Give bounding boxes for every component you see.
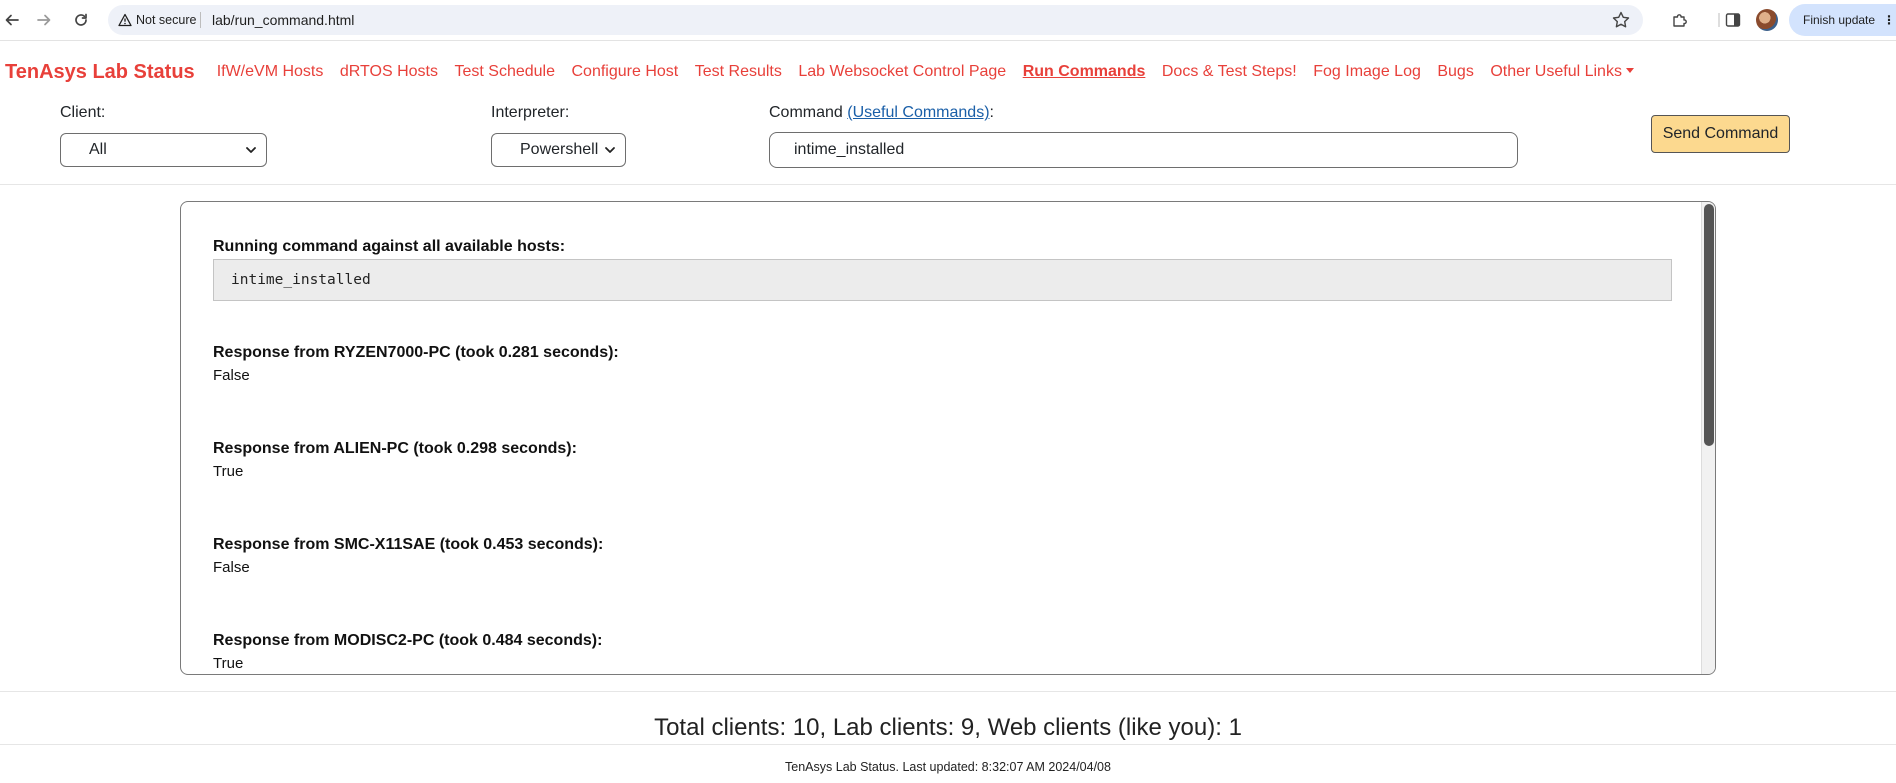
reload-button[interactable] (69, 8, 93, 32)
nav-ifw-evm-hosts[interactable]: IfW/eVM Hosts (217, 63, 324, 81)
chevron-down-icon (601, 144, 619, 156)
command-label-text: Command (769, 104, 843, 121)
response-value: True (213, 655, 244, 672)
output-scrollbar[interactable] (1701, 202, 1715, 674)
bookmark-star-icon[interactable] (1611, 10, 1631, 30)
response-value: False (213, 559, 250, 576)
divider (0, 744, 1896, 745)
caret-down-icon (1625, 68, 1634, 73)
url-text[interactable]: lab/run_command.html (212, 12, 354, 28)
output-command-code: intime_installed (213, 259, 1672, 301)
chevron-down-icon (242, 144, 260, 156)
nav-configure-host[interactable]: Configure Host (572, 63, 679, 81)
security-indicator[interactable]: Not secure (118, 11, 196, 29)
kebab-menu-icon[interactable]: ⋮ (1883, 4, 1895, 36)
interpreter-select[interactable]: Powershell (491, 133, 626, 167)
browser-toolbar: Not secure lab/run_command.html Finish u… (0, 0, 1896, 41)
response-value: False (213, 367, 250, 384)
response-header: Response from RYZEN7000-PC (took 0.281 s… (213, 344, 619, 361)
address-bar[interactable]: Not secure lab/run_command.html (108, 5, 1643, 35)
response-header: Response from SMC-X11SAE (took 0.453 sec… (213, 536, 604, 553)
back-arrow-icon (5, 14, 19, 26)
useful-commands-link[interactable]: (Useful Commands) (847, 104, 989, 121)
divider (200, 12, 201, 28)
nav-test-results[interactable]: Test Results (695, 63, 782, 81)
response-item: Response from ALIEN-PC (took 0.298 secon… (213, 440, 577, 480)
warning-icon (118, 13, 132, 27)
command-output-panel[interactable]: Running command against all available ho… (180, 201, 1716, 675)
client-label: Client: (60, 104, 106, 121)
reload-icon (75, 13, 87, 26)
send-command-button[interactable]: Send Command (1651, 115, 1790, 153)
interpreter-select-value: Powershell (520, 141, 599, 158)
forward-arrow-icon (37, 14, 51, 26)
output-title: Running command against all available ho… (213, 238, 566, 255)
divider (0, 184, 1896, 185)
command-label: Command (Useful Commands): (769, 104, 994, 122)
security-label: Not secure (136, 13, 197, 27)
profile-avatar[interactable] (1756, 9, 1778, 31)
forward-button[interactable] (32, 8, 56, 32)
nav-links: IfW/eVM Hosts dRTOS Hosts Test Schedule … (217, 63, 1634, 81)
response-item: Response from SMC-X11SAE (took 0.453 sec… (213, 536, 603, 576)
extensions-puzzle-icon[interactable] (1669, 9, 1691, 31)
nav-drtos-hosts[interactable]: dRTOS Hosts (340, 63, 438, 81)
divider (0, 691, 1896, 692)
command-label-colon: : (989, 104, 994, 121)
nav-bugs[interactable]: Bugs (1437, 63, 1473, 81)
finish-update-label: Finish update (1803, 13, 1876, 27)
client-select[interactable]: All (60, 133, 267, 167)
site-brand[interactable]: TenAsys Lab Status (5, 61, 195, 84)
nav-other-useful-links[interactable]: Other Useful Links (1490, 63, 1634, 81)
command-input[interactable]: intime_installed (769, 132, 1518, 168)
nav-websocket-control[interactable]: Lab Websocket Control Page (798, 63, 1006, 81)
client-totals: Total clients: 10, Lab clients: 9, Web c… (654, 714, 1242, 741)
finish-update-button[interactable]: Finish update ⋮ (1789, 4, 1896, 36)
client-select-value: All (89, 141, 107, 158)
nav-other-useful-links-label: Other Useful Links (1490, 63, 1622, 80)
nav-fog-image-log[interactable]: Fog Image Log (1313, 63, 1421, 81)
response-value: True (213, 463, 244, 480)
response-header: Response from MODISC2-PC (took 0.484 sec… (213, 632, 603, 649)
footer-status: TenAsys Lab Status. Last updated: 8:32:0… (785, 760, 1111, 774)
side-panel-icon[interactable] (1722, 9, 1744, 31)
nav-test-schedule[interactable]: Test Schedule (454, 63, 555, 81)
scrollbar-thumb[interactable] (1704, 204, 1714, 446)
back-button[interactable] (0, 8, 24, 32)
interpreter-label: Interpreter: (491, 104, 570, 121)
response-item: Response from MODISC2-PC (took 0.484 sec… (213, 632, 602, 672)
site-navbar: TenAsys Lab Status IfW/eVM Hosts dRTOS H… (0, 52, 1896, 92)
nav-docs-test-steps[interactable]: Docs & Test Steps! (1162, 63, 1297, 81)
response-item: Response from RYZEN7000-PC (took 0.281 s… (213, 344, 619, 384)
nav-run-commands[interactable]: Run Commands (1023, 63, 1146, 81)
response-header: Response from ALIEN-PC (took 0.298 secon… (213, 440, 577, 457)
